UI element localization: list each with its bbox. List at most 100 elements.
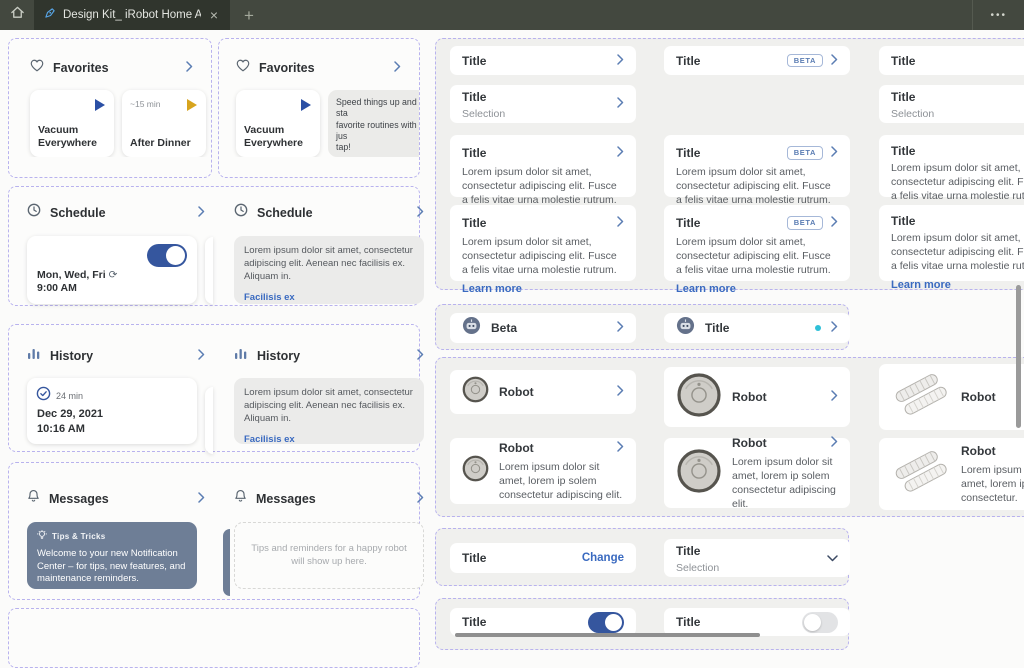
robot-rows-frame: Robot Robot Lorem ipsum dolor sit amet, … — [435, 357, 1024, 517]
roomba-icon — [676, 448, 722, 499]
title-change-row[interactable]: Title Change — [450, 543, 636, 573]
beta-row[interactable]: Beta — [450, 313, 636, 343]
learn-more-link[interactable]: Learn more — [676, 283, 838, 295]
selection-value: Selection — [891, 108, 935, 120]
welcome-message: Welcome to your new Notification Center … — [37, 548, 186, 585]
play-icon[interactable] — [187, 99, 197, 111]
favorite-card-vacuum[interactable]: Vacuum Everywhere — [236, 90, 320, 157]
schedule-info-card[interactable]: Lorem ipsum dolor sit amet, consectetur … — [234, 236, 424, 304]
robot-row-description[interactable]: Robot Lorem ipsum dolor sit amet, lorem … — [450, 438, 636, 504]
history-header[interactable]: History — [234, 347, 424, 365]
favorite-title: Vacuum Everywhere — [244, 123, 303, 149]
chevron-right-icon — [394, 59, 401, 77]
brush-roller-icon — [891, 371, 951, 424]
card-overflow-sliver — [205, 237, 213, 304]
favorite-title: After Dinner — [130, 136, 191, 149]
list-row-description[interactable]: Title Lorem ipsum dolor sit amet, consec… — [450, 135, 636, 206]
beta-badge: BETA — [786, 53, 823, 68]
toggle-off[interactable] — [802, 611, 838, 633]
history-header[interactable]: History — [27, 347, 205, 365]
chevron-right-icon — [617, 144, 624, 162]
list-row-beta-learn-more[interactable]: Title BETA Lorem ipsum dolor sit amet, c… — [664, 205, 850, 295]
bell-icon — [234, 489, 247, 508]
learn-more-link[interactable]: Learn more — [462, 283, 624, 295]
design-file-icon — [44, 6, 56, 24]
section-title: Schedule — [257, 205, 313, 220]
close-tab-icon[interactable]: × — [208, 8, 220, 22]
document-tab[interactable]: Design Kit_ iRobot Home App UI × — [34, 0, 230, 30]
overflow-menu-icon[interactable]: ••• — [972, 0, 1024, 30]
vertical-scrollbar[interactable] — [1016, 285, 1021, 428]
chevron-right-icon — [198, 347, 205, 365]
chevron-right-icon — [417, 347, 424, 365]
history-duration: 24 min — [36, 386, 83, 406]
list-row-title[interactable]: Title — [450, 46, 636, 75]
schedule-details: Mon, Wed, Fri ⟳ 9:00 AM — [37, 268, 118, 295]
history-date: Dec 29, 2021 10:16 AM — [37, 408, 104, 435]
schedule-header[interactable]: Schedule — [234, 203, 424, 222]
robot-row-large-description[interactable]: Robot Lorem ipsum dolor sit amet, lorem … — [664, 436, 850, 510]
favorite-card-vacuum[interactable]: Vacuum Everywhere — [30, 90, 114, 157]
list-row-title-selection[interactable]: Title Selection — [450, 85, 636, 123]
list-row-learn-more[interactable]: Title Lorem ipsum dolor sit amet, consec… — [450, 205, 636, 295]
list-row-beta-description[interactable]: Title BETA Lorem ipsum dolor sit amet, c… — [664, 135, 850, 206]
list-row-title-beta[interactable]: Title BETA — [664, 46, 850, 75]
favorite-card-after-dinner[interactable]: ~15 min After Dinner — [122, 90, 206, 157]
lorem-text: Lorem ipsum dolor sit amet, lorem ip sol… — [961, 464, 1024, 504]
heart-icon — [236, 59, 250, 77]
favorite-title: Vacuum Everywhere — [38, 123, 97, 149]
list-row-title-selection[interactable]: Title Selection — [879, 85, 1024, 123]
list-rows-frame: Title Title Selection Title Lorem ipsum d… — [435, 38, 1024, 295]
list-row-description[interactable]: Title Lorem ipsum dolor sit amet, consec… — [879, 135, 1024, 202]
list-row-title[interactable]: Title — [879, 46, 1024, 75]
repeat-icon: ⟳ — [108, 268, 118, 281]
new-tab-icon[interactable]: + — [244, 7, 254, 24]
lorem-text: Lorem ipsum dolor sit amet, consectetur … — [244, 245, 413, 282]
play-icon[interactable] — [301, 99, 311, 111]
learn-more-link[interactable]: Learn more — [891, 279, 1024, 291]
list-row-learn-more[interactable]: Title Lorem ipsum dolor sit amet, consec… — [879, 205, 1024, 291]
title-status-row[interactable]: Title — [664, 313, 850, 343]
facilisis-link[interactable]: Facilisis ex — [244, 292, 414, 303]
history-info-card[interactable]: Lorem ipsum dolor sit amet, consectetur … — [234, 378, 424, 445]
robot-row-mop[interactable]: Robot — [879, 364, 1024, 430]
messages-empty-state: Tips and reminders for a happy robot wil… — [234, 522, 424, 589]
lorem-text: Lorem ipsum dolor sit amet, consectetur … — [244, 387, 413, 424]
favorites-cards: Vacuum Everywhere Speed things up and st… — [219, 77, 419, 157]
chevron-right-icon — [617, 383, 624, 401]
robot-row-mop-description[interactable]: Robot Lorem ipsum dolor sit amet, lorem … — [879, 438, 1024, 510]
robot-row-large[interactable]: Robot — [664, 367, 850, 427]
history-card[interactable]: 24 min Dec 29, 2021 10:16 AM — [27, 378, 197, 444]
messages-header[interactable]: Messages — [27, 489, 205, 508]
lightbulb-icon — [36, 529, 48, 543]
play-icon[interactable] — [95, 99, 105, 111]
home-button[interactable] — [0, 0, 34, 30]
toggle-on[interactable] — [588, 611, 624, 633]
tips-message-card[interactable]: Tips & Tricks Welcome to your new Notifi… — [27, 522, 197, 589]
change-link[interactable]: Change — [582, 552, 624, 564]
heart-icon — [30, 59, 44, 77]
dropdown-row[interactable]: Title Selection — [664, 539, 850, 577]
schedule-header[interactable]: Schedule — [27, 203, 205, 222]
schedule-toggle[interactable] — [147, 244, 187, 267]
create-favorite-card[interactable]: Speed things up and sta favorite routine… — [328, 90, 419, 157]
horizontal-scrollbar[interactable] — [455, 633, 760, 637]
chevron-right-icon — [617, 95, 624, 113]
facilisis-link[interactable]: Facilisis ex — [244, 434, 414, 445]
toggle-row-on[interactable]: Title — [450, 608, 636, 636]
design-canvas: Favorites Vacuum Everywhere ~15 min Afte… — [0, 30, 1024, 668]
lorem-text: Lorem ipsum dolor sit amet, consectetur … — [462, 236, 617, 276]
chevron-right-icon — [198, 204, 205, 222]
roomba-icon — [462, 455, 489, 487]
favorites-header[interactable]: Favorites — [9, 39, 211, 77]
beta-rows-frame: Beta Title — [435, 304, 850, 350]
status-dot — [815, 325, 821, 331]
toggle-row-off[interactable]: Title — [664, 608, 850, 636]
robot-row[interactable]: Robot — [450, 370, 636, 414]
favorites-header[interactable]: Favorites — [219, 39, 419, 77]
card-overflow-sliver — [223, 529, 230, 596]
messages-header[interactable]: Messages — [234, 489, 424, 508]
section-title: Messages — [49, 491, 109, 506]
schedule-card[interactable]: Mon, Wed, Fri ⟳ 9:00 AM — [27, 236, 197, 304]
chevron-right-icon — [617, 319, 624, 337]
